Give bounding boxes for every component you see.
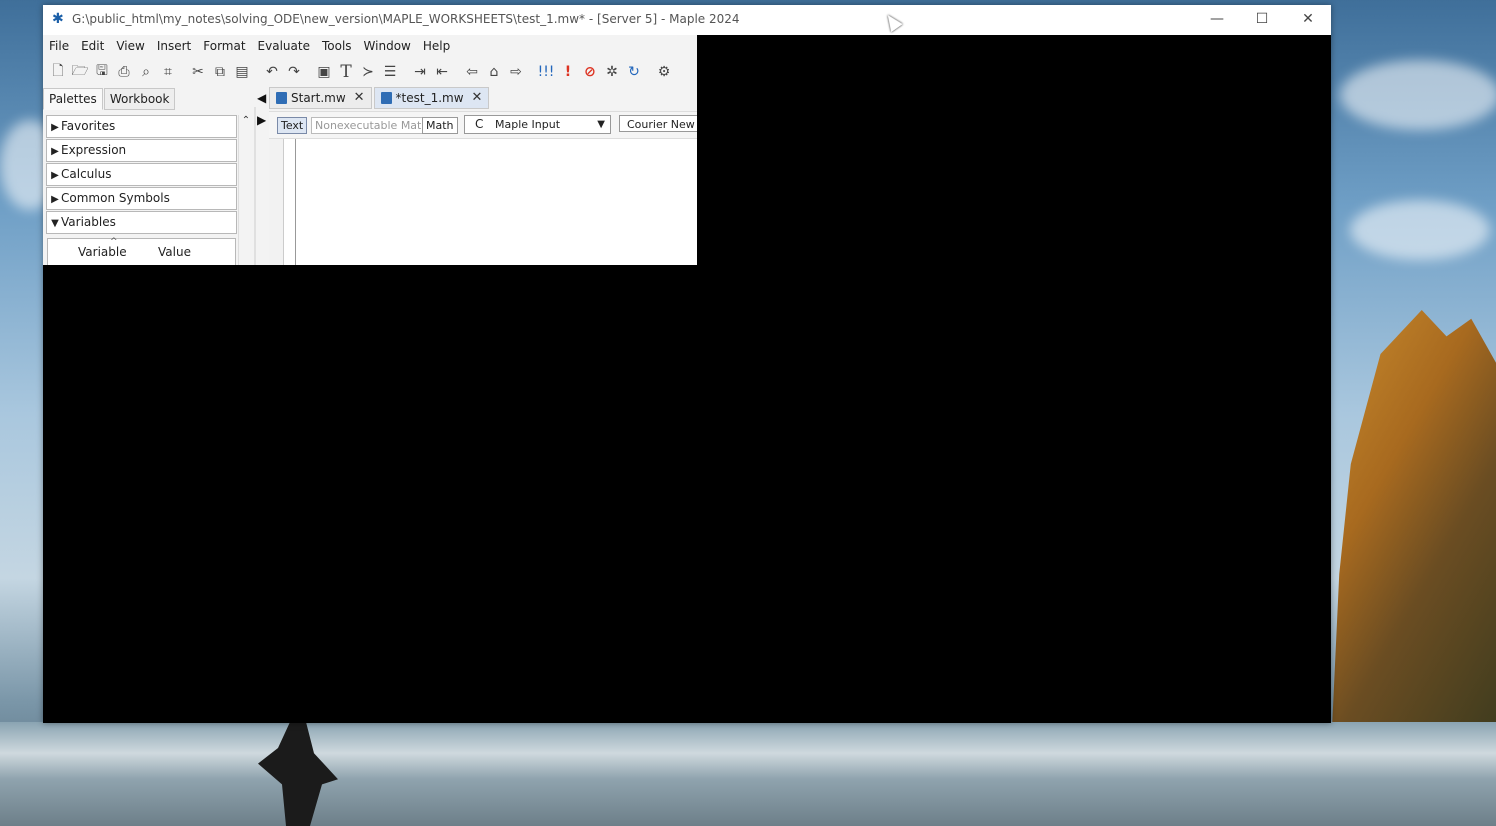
menu-help[interactable]: Help — [417, 37, 456, 55]
tab-palettes[interactable]: Palettes — [43, 88, 103, 110]
collapse-left-icon[interactable]: ◀ — [257, 91, 266, 105]
close-tab-icon[interactable]: ✕ — [472, 88, 483, 108]
cloud — [1350, 200, 1490, 260]
expand-right-icon[interactable]: ▶ — [257, 113, 266, 127]
font-select[interactable]: Courier New — [619, 115, 697, 132]
collapse-triangle-icon: ▼ — [51, 218, 59, 229]
text-button[interactable]: Text — [277, 117, 308, 134]
print-icon[interactable]: ⎙ — [113, 62, 135, 82]
minimize-button[interactable]: — — [1194, 5, 1240, 35]
dropdown-arrow-icon: ▼ — [597, 119, 605, 130]
context-bar: Text Nonexecutable Math Math C Maple Inp… — [269, 111, 697, 139]
main-toolbar: 🗋 🗁 🖫 ⎙ ⌕ ⌗ ✂ ⧉ ▤ ↶ ↷ ▣ T ≻ ☰ ⇥ ⇤ ⇦ ⌂ ⇨ — [47, 61, 675, 83]
input-mode-label: Maple Input — [495, 118, 561, 131]
document-tabs: Start.mw ✕ *test_1.mw ✕ — [269, 87, 491, 109]
menu-format[interactable]: Format — [197, 37, 251, 55]
expand-triangle-icon: ▶ — [51, 146, 59, 157]
palette-variables[interactable]: ▼ Variables — [46, 211, 237, 234]
open-folder-icon[interactable]: 🗁 — [69, 62, 91, 82]
palette-label: Common Symbols — [61, 191, 170, 205]
menu-file[interactable]: File — [43, 37, 75, 55]
math-button[interactable]: Math — [422, 117, 458, 134]
execute-icon[interactable]: ! — [557, 62, 579, 82]
restart-icon[interactable]: ↻ — [623, 62, 645, 82]
tab-start-mw[interactable]: Start.mw ✕ — [269, 87, 372, 109]
column-value[interactable]: Value — [158, 245, 191, 259]
execute-all-icon[interactable]: !!! — [535, 62, 557, 82]
window-title: G:\public_html\my_notes\solving_ODE\new_… — [72, 12, 740, 26]
debug-bug-icon[interactable]: ✲ — [601, 62, 623, 82]
column-variable[interactable]: Variable — [78, 245, 127, 259]
document-file-icon — [276, 92, 287, 104]
tab-label: *test_1.mw — [395, 91, 464, 105]
nonexecutable-math-button[interactable]: Nonexecutable Math — [311, 117, 433, 134]
maple-leaf-icon: ✱ — [52, 11, 64, 27]
cut-icon[interactable]: ✂ — [187, 62, 209, 82]
redo-icon[interactable]: ↷ — [283, 62, 305, 82]
text-mode-icon[interactable]: T — [335, 62, 357, 82]
menu-bar: File Edit View Insert Format Evaluate To… — [43, 37, 456, 55]
execution-group-bracket — [295, 139, 296, 265]
palette-calculus[interactable]: ▶ Calculus — [46, 163, 237, 186]
print-preview-icon[interactable]: ⌕ — [135, 62, 157, 82]
scroll-up-icon[interactable]: ⌃ — [242, 115, 250, 126]
palette-list: ▶ Favorites ▶ Expression ▶ Calculus ▶ Common… — [43, 109, 255, 265]
tab-label: Start.mw — [291, 91, 346, 105]
menu-evaluate[interactable]: Evaluate — [252, 37, 316, 55]
worksheet-area[interactable] — [269, 139, 697, 265]
panel-tabs: Palettes Workbook — [43, 88, 176, 110]
tab-workbook[interactable]: Workbook — [103, 88, 176, 110]
expand-triangle-icon: ▶ — [51, 170, 59, 181]
panel-divider[interactable] — [254, 107, 256, 265]
menu-tools[interactable]: Tools — [316, 37, 358, 55]
maximize-button[interactable]: ☐ — [1239, 5, 1285, 35]
forward-arrow-icon[interactable]: ⇨ — [505, 62, 527, 82]
save-icon[interactable]: 🖫 — [91, 62, 113, 82]
undo-icon[interactable]: ↶ — [261, 62, 283, 82]
back-arrow-icon[interactable]: ⇦ — [461, 62, 483, 82]
menu-insert[interactable]: Insert — [151, 37, 197, 55]
window-client: File Edit View Insert Format Evaluate To… — [43, 35, 697, 265]
menu-window[interactable]: Window — [358, 37, 417, 55]
settings-icon[interactable]: ⚙ — [653, 62, 675, 82]
palette-label: Expression — [61, 143, 127, 157]
outdent-icon[interactable]: ⇤ — [431, 62, 453, 82]
crop-icon[interactable]: ⌗ — [157, 62, 179, 82]
palette-expression[interactable]: ▶ Expression — [46, 139, 237, 162]
rock-formation — [1331, 310, 1496, 750]
new-document-icon[interactable]: 🗋 — [47, 62, 69, 82]
palette-label: Calculus — [61, 167, 112, 181]
home-icon[interactable]: ⌂ — [483, 62, 505, 82]
palette-common-symbols[interactable]: ▶ Common Symbols — [46, 187, 237, 210]
input-mode-select[interactable]: C Maple Input ▼ — [464, 115, 611, 134]
title-bar[interactable]: ✱ G:\public_html\my_notes\solving_ODE\ne… — [43, 5, 1331, 35]
palette-scrollbar[interactable]: ⌃ — [238, 115, 253, 265]
maple-window: ✱ G:\public_html\my_notes\solving_ODE\ne… — [43, 5, 1331, 723]
math-mode-icon[interactable]: ▣ — [313, 62, 335, 82]
close-tab-icon[interactable]: ✕ — [354, 88, 365, 108]
sea — [0, 722, 1496, 826]
indent-icon[interactable]: ⇥ — [409, 62, 431, 82]
paste-icon[interactable]: ▤ — [231, 62, 253, 82]
cloud — [1340, 60, 1496, 130]
expand-triangle-icon: ▶ — [51, 122, 59, 133]
expand-triangle-icon: ▶ — [51, 194, 59, 205]
palette-label: Favorites — [61, 119, 116, 133]
palette-label: Variables — [61, 215, 116, 229]
execution-group-icon[interactable]: ☰ — [379, 62, 401, 82]
variables-table[interactable]: ^ Variable Value — [47, 237, 236, 265]
palette-favorites[interactable]: ▶ Favorites — [46, 115, 237, 138]
document-file-icon — [380, 92, 392, 104]
tab-test-1-mw[interactable]: *test_1.mw ✕ — [373, 87, 490, 109]
close-button[interactable]: ✕ — [1285, 5, 1331, 35]
copy-icon[interactable]: ⧉ — [209, 62, 231, 82]
menu-edit[interactable]: Edit — [75, 37, 110, 55]
stop-icon[interactable]: ⊘ — [579, 62, 601, 82]
worksheet-gutter — [269, 139, 284, 265]
menu-view[interactable]: View — [110, 37, 150, 55]
maple-input-icon: C — [475, 117, 484, 131]
command-prompt-icon[interactable]: ≻ — [357, 62, 379, 82]
